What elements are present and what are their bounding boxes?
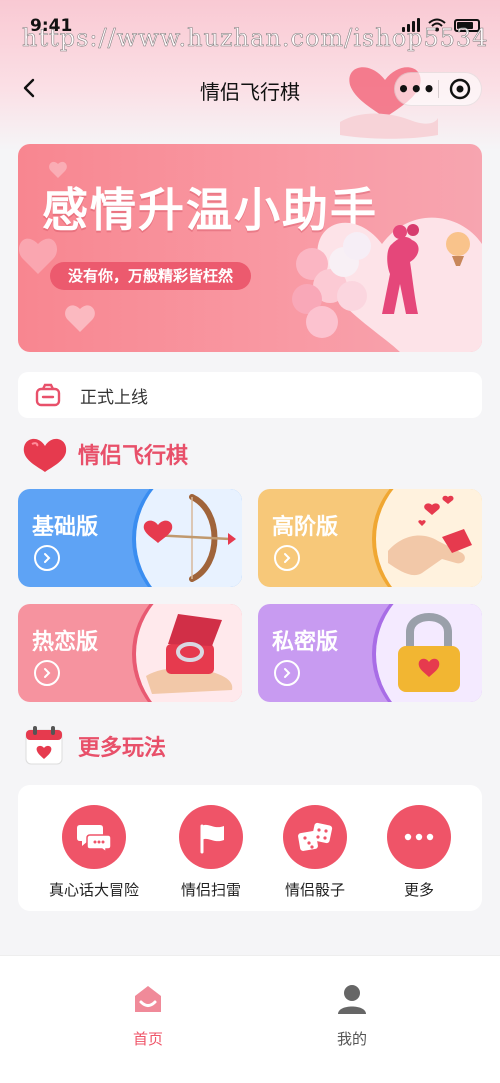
tab-home[interactable]: 首页 xyxy=(88,982,208,1049)
chat-bubbles-icon xyxy=(77,825,112,853)
more-item-label: 情侣骰子 xyxy=(284,881,345,899)
more-item-truth-or-dare[interactable]: 真心话大冒险 xyxy=(39,805,149,900)
section-header-flight-chess: 情侣飞行棋 xyxy=(22,434,188,474)
tab-profile[interactable]: 我的 xyxy=(292,982,412,1049)
more-dots-icon xyxy=(404,833,434,841)
flag-icon xyxy=(200,824,224,854)
announcement-icon xyxy=(35,383,61,407)
version-card-romance[interactable]: 热恋版 xyxy=(18,604,242,702)
card-label: 热恋版 xyxy=(32,630,99,655)
more-item-dice[interactable]: 情侣骰子 xyxy=(260,805,370,900)
bottom-tab-bar: 首页 我的 xyxy=(0,955,500,1083)
more-dots-icon[interactable]: ••• xyxy=(395,74,438,104)
more-games-panel: 真心话大冒险 情侣扫雷 情侣骰子 更多 xyxy=(18,785,482,911)
ring-box-icon xyxy=(146,614,233,694)
card-label: 私密版 xyxy=(272,630,339,655)
handshake-hearts-icon xyxy=(388,495,472,576)
section-header-more-games: 更多玩法 xyxy=(22,726,166,766)
heart-icon xyxy=(23,438,67,472)
watermark-text: https://www.huzhan.com/ishop5534 xyxy=(22,24,489,53)
section-title: 情侣飞行棋 xyxy=(78,444,189,469)
version-card-basic[interactable]: 基础版 xyxy=(18,489,242,587)
chevron-right-icon[interactable] xyxy=(274,545,300,571)
status-bar: 9:41 https://www.huzhan.com/ishop5534 xyxy=(0,0,500,56)
section-title: 更多玩法 xyxy=(78,736,167,761)
cupid-bow-icon xyxy=(143,494,236,582)
announcement-text: 正式上线 xyxy=(80,387,148,408)
banner-subtitle: 没有你，万般精彩皆枉然 xyxy=(50,262,252,290)
tab-label: 首页 xyxy=(132,1030,163,1048)
more-item-label: 更多 xyxy=(403,881,434,899)
version-card-advanced[interactable]: 高阶版 xyxy=(258,489,482,587)
chevron-right-icon[interactable] xyxy=(34,660,60,686)
navigation-bar: 情侣飞行棋 ••• xyxy=(0,64,500,112)
card-label: 基础版 xyxy=(32,515,99,540)
chevron-right-icon[interactable] xyxy=(274,660,300,686)
promo-banner[interactable]: 感情升温小助手 没有你，万般精彩皆枉然 xyxy=(18,144,482,352)
announcement-bar[interactable]: 正式上线 xyxy=(18,372,482,418)
more-item-minesweeper[interactable]: 情侣扫雷 xyxy=(156,805,266,900)
more-item-more[interactable]: 更多 xyxy=(364,805,474,900)
calendar-heart-icon xyxy=(25,726,63,765)
mini-program-capsule: ••• xyxy=(394,72,482,106)
more-item-label: 真心话大冒险 xyxy=(48,881,139,899)
version-card-private[interactable]: 私密版 xyxy=(258,604,482,702)
more-item-label: 情侣扫雷 xyxy=(180,881,241,899)
home-icon xyxy=(135,986,161,1012)
card-label: 高阶版 xyxy=(272,515,339,540)
heart-lock-icon xyxy=(398,613,460,692)
balloons-couple-illustration xyxy=(292,217,482,352)
user-icon xyxy=(338,985,366,1014)
tab-label: 我的 xyxy=(336,1030,367,1048)
dice-icon xyxy=(298,822,333,851)
chevron-right-icon[interactable] xyxy=(34,545,60,571)
target-icon[interactable] xyxy=(438,78,481,100)
